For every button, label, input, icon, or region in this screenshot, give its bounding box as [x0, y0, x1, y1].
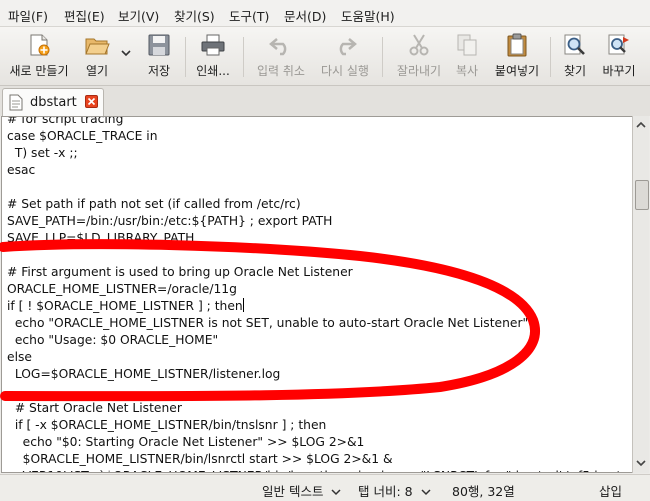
open-recent-dropdown[interactable]	[118, 31, 134, 81]
code-line: LOG=$ORACLE_HOME_LISTNER/listener.log	[7, 367, 281, 381]
menu-tools[interactable]: 도구(T)	[229, 6, 269, 25]
replace-button[interactable]: 바꾸기	[596, 31, 642, 81]
code-line: T) set -x ;;	[7, 146, 78, 160]
insert-mode: 삽입	[599, 484, 623, 499]
menu-view[interactable]: 보기(V)	[118, 6, 159, 25]
document-tabbar: dbstart	[0, 86, 650, 117]
code-line: if [ ! $ORACLE_HOME_LISTNER ] ; then	[7, 298, 244, 313]
code-line: # Start Oracle Net Listener	[7, 401, 182, 415]
tab-width-label: 탭 너비: 8	[358, 484, 413, 499]
scroll-up-arrow-icon[interactable]	[635, 119, 647, 131]
tab-title: dbstart	[30, 95, 77, 110]
cut-button[interactable]: 잘라내기	[388, 31, 450, 81]
code-line: esac	[7, 163, 36, 177]
code-line: case $ORACLE_TRACE in	[7, 129, 158, 143]
print-button[interactable]: 인쇄...	[190, 31, 236, 81]
menu-help[interactable]: 도움말(H)	[341, 6, 395, 25]
menu-documents[interactable]: 문서(D)	[284, 6, 326, 25]
toolbar-separator	[550, 37, 551, 77]
new-label: 새로 만들기	[9, 64, 69, 78]
tab-dbstart[interactable]: dbstart	[2, 88, 104, 117]
code-line: echo "ORACLE_HOME_LISTNER is not SET, un…	[7, 316, 529, 330]
code-line: # for script tracing	[7, 116, 124, 126]
code-line: VER10LIST=`$ORACLE_HOME_LISTNER/bin/lsnr…	[7, 468, 632, 472]
new-button[interactable]: 새로 만들기	[4, 31, 74, 81]
menu-bar: 파일(F) 편집(E) 보기(V) 찾기(S) 도구(T) 문서(D) 도움말(…	[0, 0, 650, 27]
find-replace-icon	[608, 34, 629, 55]
redo-arrow-icon	[339, 38, 357, 56]
save-label: 저장	[147, 64, 171, 78]
chevron-down-icon	[421, 489, 431, 496]
scissors-icon	[409, 34, 429, 56]
toolbar: 새로 만들기 열기 저장 인쇄... 입력 취소 다시 실행 잘라내기 복사 붙…	[0, 27, 650, 86]
find-button[interactable]: 찾기	[558, 31, 592, 81]
language-mode-label: 일반 텍스트	[262, 484, 324, 499]
save-disk-icon	[148, 34, 170, 56]
status-bar: 일반 텍스트 탭 너비: 8 80행, 32열 삽입	[0, 474, 650, 501]
open-button[interactable]: 열기	[78, 31, 116, 81]
code-text[interactable]: # for script tracing case $ORACLE_TRACE i…	[7, 116, 632, 472]
printer-icon	[201, 34, 225, 56]
menu-edit[interactable]: 편집(E)	[64, 6, 105, 25]
vertical-scrollbar[interactable]	[632, 116, 649, 473]
magnifier-icon	[564, 34, 585, 55]
undo-button[interactable]: 입력 취소	[250, 31, 312, 81]
copy-button[interactable]: 복사	[450, 31, 484, 81]
open-label: 열기	[85, 64, 109, 78]
copy-label: 복사	[455, 64, 479, 78]
language-mode[interactable]: 일반 텍스트	[262, 481, 341, 500]
text-cursor	[242, 298, 244, 312]
code-line: else	[7, 350, 32, 364]
text-editor[interactable]: # for script tracing case $ORACLE_TRACE i…	[1, 116, 633, 473]
code-line: ORACLE_HOME_LISTNER=/oracle/11g	[7, 282, 237, 296]
code-line: # Set path if path not set (if called fr…	[7, 197, 301, 211]
replace-label: 바꾸기	[602, 64, 636, 78]
cursor-position: 80행, 32열	[452, 484, 515, 499]
paste-button[interactable]: 붙여넣기	[488, 31, 546, 81]
toolbar-separator	[243, 37, 244, 77]
code-line: if [ -x $ORACLE_HOME_LISTNER/bin/tnslsnr…	[7, 418, 327, 432]
redo-button[interactable]: 다시 실행	[314, 31, 376, 81]
undo-label: 입력 취소	[257, 64, 305, 78]
close-tab-icon[interactable]	[85, 95, 98, 108]
code-line: echo "Usage: $0 ORACLE_HOME"	[7, 333, 219, 347]
menu-file[interactable]: 파일(F)	[8, 6, 48, 25]
code-line: SAVE_LLP=$LD_LIBRARY_PATH	[7, 231, 195, 245]
code-line: $ORACLE_HOME_LISTNER/bin/lsnrctl start >…	[7, 452, 393, 466]
menu-search[interactable]: 찾기(S)	[174, 6, 215, 25]
copy-icon	[457, 34, 477, 56]
redo-label: 다시 실행	[321, 64, 369, 78]
code-line: echo "$0: Starting Oracle Net Listener" …	[7, 435, 365, 449]
scrollbar-thumb[interactable]	[635, 180, 649, 210]
code-line: # First argument is used to bring up Ora…	[7, 265, 353, 279]
tab-width-selector[interactable]: 탭 너비: 8	[358, 481, 431, 500]
new-document-icon	[30, 34, 50, 56]
undo-arrow-icon	[269, 38, 287, 56]
code-line: SAVE_PATH=/bin:/usr/bin:/etc:${PATH} ; e…	[7, 214, 333, 228]
dropdown-arrow-icon	[121, 50, 131, 57]
chevron-down-icon	[331, 489, 341, 496]
open-folder-icon	[85, 38, 110, 55]
toolbar-separator	[185, 37, 186, 77]
toolbar-separator	[382, 37, 383, 77]
save-button[interactable]: 저장	[140, 31, 178, 81]
document-icon	[9, 94, 23, 111]
clipboard-icon	[507, 33, 527, 57]
scroll-down-arrow-icon[interactable]	[635, 457, 647, 469]
cut-label: 잘라내기	[396, 64, 442, 78]
print-label: 인쇄...	[196, 64, 230, 78]
paste-label: 붙여넣기	[494, 64, 540, 78]
find-label: 찾기	[563, 64, 587, 78]
